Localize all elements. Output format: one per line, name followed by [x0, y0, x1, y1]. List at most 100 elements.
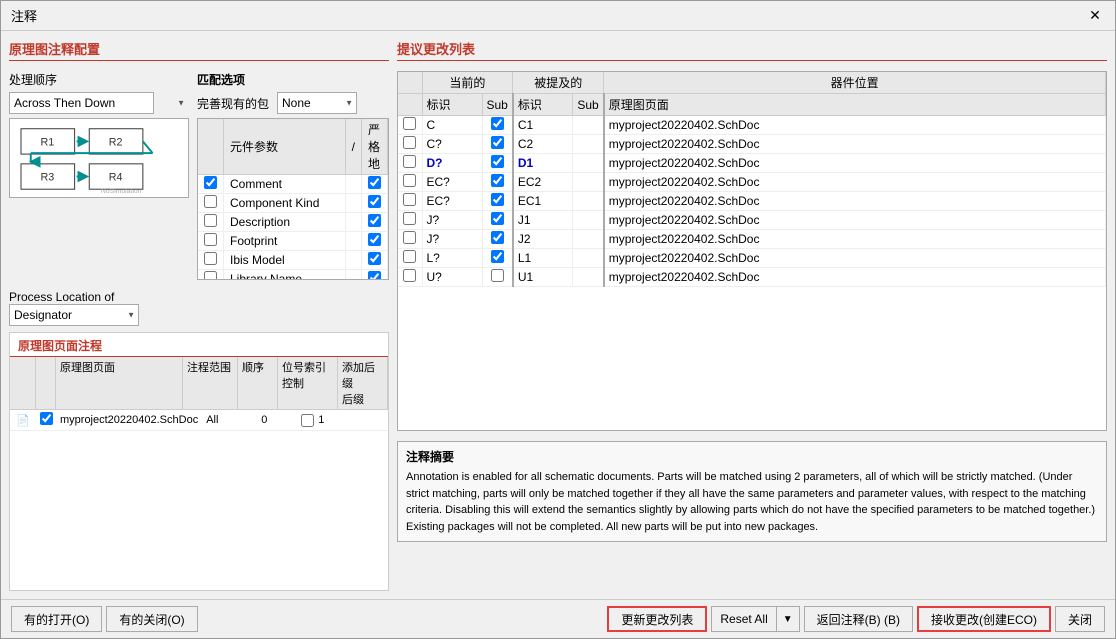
suggestion-row-check-cell[interactable] [398, 211, 422, 230]
suggestion-row: J? J1 myproject20220402.SchDoc [398, 211, 1106, 230]
suggestion-sub-current-cell[interactable] [482, 249, 513, 268]
suggestion-row-check-cell[interactable] [398, 154, 422, 173]
suggestion-sub-checkbox[interactable] [491, 193, 504, 206]
suggestion-row-checkbox[interactable] [403, 231, 416, 244]
suggestion-sub-current-cell[interactable] [482, 116, 513, 135]
suggestion-row-check-cell[interactable] [398, 135, 422, 154]
suggestion-row-check-cell[interactable] [398, 192, 422, 211]
suggestion-designator-current: EC? [422, 173, 482, 192]
suggestion-sub-current-cell[interactable] [482, 173, 513, 192]
reset-all-button[interactable]: Reset All [711, 606, 775, 632]
summary-title: 注释摘要 [406, 448, 1098, 466]
sheet-th-suffix: 添加后缀 后缀 [338, 357, 388, 409]
suggestion-row-check-cell[interactable] [398, 268, 422, 287]
param-strict-checkbox[interactable] [368, 214, 381, 227]
suggestion-sub-current-cell[interactable] [482, 268, 513, 287]
reset-dropdown-button[interactable]: ▼ [776, 606, 800, 632]
th-location: 器件位置 [604, 72, 1106, 94]
th-check-col [398, 94, 422, 116]
param-check-cell[interactable] [198, 194, 224, 213]
param-strict-cell[interactable] [362, 251, 388, 270]
suggestion-sub-current-cell[interactable] [482, 192, 513, 211]
param-check-cell[interactable] [198, 270, 224, 281]
sheet-row-auto-checkbox[interactable] [301, 414, 314, 427]
accept-changes-button[interactable]: 接收更改(创建ECO) [917, 606, 1051, 632]
param-strict-checkbox[interactable] [368, 195, 381, 208]
process-location-select[interactable]: Designator Physical [9, 304, 139, 326]
suggestion-sub-current-cell[interactable] [482, 135, 513, 154]
suggestion-sub-checkbox[interactable] [491, 136, 504, 149]
param-strict-checkbox[interactable] [368, 233, 381, 246]
matching-select[interactable]: None By Net All [277, 92, 357, 114]
sheet-row-suffix [357, 418, 389, 422]
suggestion-row-checkbox[interactable] [403, 250, 416, 263]
suggestion-row-checkbox[interactable] [403, 174, 416, 187]
suggestion-row-checkbox[interactable] [403, 212, 416, 225]
suggestion-row-check-cell[interactable] [398, 173, 422, 192]
suggestion-sub-checkbox[interactable] [491, 174, 504, 187]
left-panel: 原理图注释配置 处理顺序 Across Then Down Down Then … [9, 39, 389, 591]
suggestion-row-checkbox[interactable] [403, 136, 416, 149]
suggestion-row: J? J2 myproject20220402.SchDoc [398, 230, 1106, 249]
suggestion-sub-checkbox[interactable] [491, 155, 504, 168]
param-slash-col [345, 251, 361, 270]
close-dialog-button[interactable]: 关闭 [1055, 606, 1105, 632]
suggestion-header-group-row: 当前的 被提及的 器件位置 [398, 72, 1106, 94]
svg-text:R1: R1 [41, 136, 55, 148]
param-checkbox[interactable] [204, 214, 217, 227]
annotation-dialog: 注释 ✕ 原理图注释配置 处理顺序 Across Then Down Down … [0, 0, 1116, 639]
suggestion-sub-current-cell[interactable] [482, 211, 513, 230]
param-slash-col [345, 194, 361, 213]
close-window-button[interactable]: ✕ [1085, 6, 1105, 26]
matching-label: 完善现有的包 [197, 95, 269, 112]
param-check-cell[interactable] [198, 175, 224, 194]
suggestion-row-check-cell[interactable] [398, 116, 422, 135]
param-checkbox[interactable] [204, 176, 217, 189]
suggestion-row-checkbox[interactable] [403, 269, 416, 282]
suggestion-row: L? L1 myproject20220402.SchDoc [398, 249, 1106, 268]
param-check-cell[interactable] [198, 232, 224, 251]
suggestion-row-checkbox[interactable] [403, 155, 416, 168]
order-select[interactable]: Across Then Down Down Then Across Up The… [9, 92, 154, 114]
open-all-button[interactable]: 有的打开(O) [11, 606, 102, 632]
suggestion-sub-checkbox[interactable] [491, 250, 504, 263]
param-checkbox[interactable] [204, 233, 217, 246]
suggestion-sub-checkbox[interactable] [491, 231, 504, 244]
suggestion-sub-current-cell[interactable] [482, 154, 513, 173]
suggestion-designator-current: EC? [422, 192, 482, 211]
param-strict-cell[interactable] [362, 232, 388, 251]
param-checkbox[interactable] [204, 252, 217, 265]
suggestion-row-check-cell[interactable] [398, 230, 422, 249]
suggestion-row-checkbox[interactable] [403, 117, 416, 130]
sheet-row-index-val: 1 [318, 414, 324, 426]
param-strict-cell[interactable] [362, 194, 388, 213]
suggestion-designator-suggested: J1 [513, 211, 573, 230]
param-check-cell[interactable] [198, 251, 224, 270]
param-strict-cell[interactable] [362, 270, 388, 281]
suggestion-sub-current-cell[interactable] [482, 230, 513, 249]
param-strict-cell[interactable] [362, 175, 388, 194]
param-strict-cell[interactable] [362, 213, 388, 232]
sheet-row-order: 0 [257, 412, 297, 428]
suggestion-sub-checkbox[interactable] [491, 269, 504, 282]
param-strict-checkbox[interactable] [368, 252, 381, 265]
param-checkbox[interactable] [204, 271, 217, 280]
suggestion-sub-checkbox[interactable] [491, 117, 504, 130]
param-strict-checkbox[interactable] [368, 176, 381, 189]
reset-split-button: Reset All ▼ [711, 606, 799, 632]
param-checkbox[interactable] [204, 195, 217, 208]
param-slash-col [345, 270, 361, 281]
close-all-button[interactable]: 有的关闭(O) [106, 606, 197, 632]
param-check-cell[interactable] [198, 213, 224, 232]
suggestion-row-checkbox[interactable] [403, 193, 416, 206]
suggestion-row-check-cell[interactable] [398, 249, 422, 268]
sheet-checkbox[interactable] [40, 412, 53, 425]
param-strict-checkbox[interactable] [368, 271, 381, 280]
update-list-button[interactable]: 更新更改列表 [607, 606, 707, 632]
suggestion-designator-suggested: EC2 [513, 173, 573, 192]
sheet-row-check[interactable] [36, 410, 56, 430]
sheet-th-ctrl-label: 控制 [282, 375, 333, 391]
th-designator-current: 标识 [422, 94, 482, 116]
back-annotate-button[interactable]: 返回注释(B) (B) [804, 606, 913, 632]
suggestion-sub-checkbox[interactable] [491, 212, 504, 225]
